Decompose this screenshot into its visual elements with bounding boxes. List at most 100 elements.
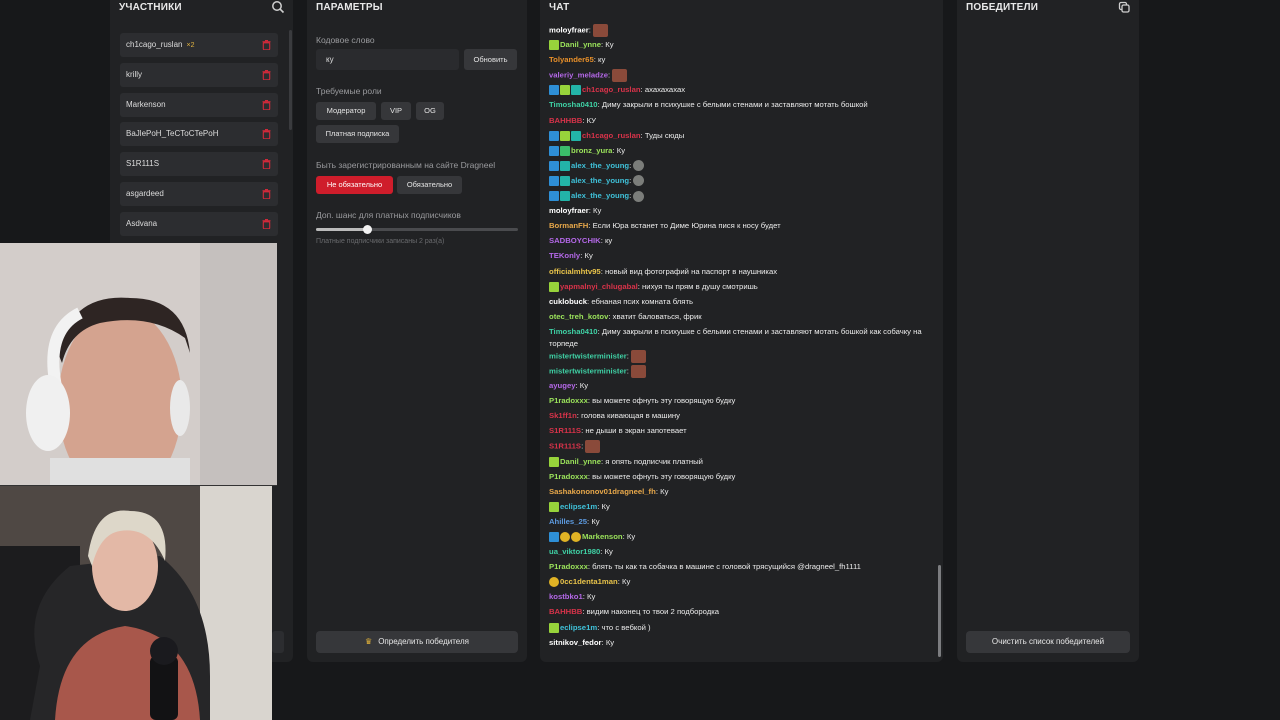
chat-username[interactable]: Timosha0410 (549, 100, 598, 109)
chat-username[interactable]: Timosha0410 (549, 327, 598, 336)
winners-title: ПОБЕДИТЕЛИ (966, 2, 1039, 13)
chat-username[interactable]: otec_treh_kotov (549, 312, 608, 321)
participant-row[interactable]: krilly (120, 62, 278, 87)
update-button[interactable]: Обновить (464, 49, 517, 70)
chat-text: Если Юра встанет то Диме Юрина пися к но… (592, 221, 781, 231)
role-moderator-button[interactable]: Модератор (316, 102, 376, 120)
chat-message: eclipse1m: что с вебкой ) (549, 622, 934, 637)
chat-username[interactable]: Tolyander65 (549, 55, 594, 64)
chat-message: sitnikov_fedor: Ку (549, 637, 934, 652)
chat-username[interactable]: ua_viktor1980 (549, 547, 600, 556)
chat-message: valeriy_meladze: (549, 69, 934, 84)
trash-icon[interactable] (262, 218, 271, 229)
chat-username[interactable]: 0cc1denta1man (560, 577, 618, 586)
chat-username[interactable]: bronz_yura (571, 146, 612, 155)
chat-message: SADBOYCHIK: ку (549, 235, 934, 250)
participants-footer-button[interactable] (272, 631, 284, 653)
chat-username[interactable]: Sk1ff1n (549, 411, 577, 420)
chat-username[interactable]: yapmalnyi_chlugabal (560, 282, 638, 291)
chat-username[interactable]: S1R111S (549, 426, 581, 435)
chance-slider[interactable] (316, 225, 518, 234)
parameters-panel: ПАРАМЕТРЫ Кодовое слово ку Обновить Треб… (307, 0, 527, 662)
participants-scrollbar[interactable] (289, 30, 292, 130)
chat-text: вы можете офнуть эту говорящую будку (592, 396, 736, 406)
chat-text: ебнаная псих комната блять (591, 296, 693, 306)
determine-winner-label: Определить победителя (378, 637, 469, 646)
chat-username[interactable]: ch1cago_ruslan (582, 85, 641, 94)
participant-row[interactable]: S1R111S (120, 152, 278, 177)
copy-icon[interactable] (1117, 0, 1131, 14)
chat-username[interactable]: S1R111S (549, 442, 581, 451)
participants-title: УЧАСТНИКИ (119, 2, 182, 13)
chat-username[interactable]: kostbko1 (549, 592, 583, 601)
chat-username[interactable]: Danil_ynne (560, 457, 601, 466)
clear-winners-button[interactable]: Очистить список победителей (966, 631, 1130, 653)
chat-message: moloyfraer: (549, 24, 934, 39)
chat-username[interactable]: TEKonly (549, 251, 580, 260)
trash-icon[interactable] (262, 159, 271, 170)
chat-username[interactable]: eclipse1m (560, 623, 597, 632)
participant-row[interactable]: ch1cago_ruslan ×2 (120, 33, 278, 57)
chat-text: Ку (587, 592, 596, 602)
chat-text: Диму закрыли в психушке с белыми стенами… (549, 326, 922, 348)
chat-username[interactable]: cuklobuck (549, 297, 587, 306)
chat-username[interactable]: mistertwisterminister (549, 351, 627, 360)
trash-icon[interactable] (262, 40, 271, 50)
participant-row[interactable]: asgardeed (120, 181, 278, 206)
chat-username[interactable]: valeriy_meladze (549, 71, 608, 80)
yellow-badge-icon (560, 531, 570, 542)
chat-username[interactable]: ch1cago_ruslan (582, 131, 641, 140)
chat-username[interactable]: P1radoxxx (549, 472, 588, 481)
chat-username[interactable]: Markenson (582, 532, 623, 541)
chat-message: Sk1ff1n: голова кивающая в машину (549, 410, 934, 425)
participant-name: Asdvana (126, 218, 158, 228)
chat-scrollbar[interactable] (938, 565, 941, 657)
chat-username[interactable]: moloyfraer (549, 206, 589, 215)
chat-username[interactable]: alex_the_young (571, 191, 629, 200)
chat-username[interactable]: Danil_ynne (560, 40, 601, 49)
trash-icon[interactable] (262, 188, 271, 199)
chat-username[interactable]: ayugey (549, 381, 576, 390)
chat-text: ку (604, 236, 613, 246)
chat-username[interactable]: SADBOYCHIK (549, 236, 601, 245)
trash-icon[interactable] (262, 69, 271, 80)
chat-username[interactable]: sitnikov_fedor (549, 638, 602, 647)
search-icon[interactable] (271, 0, 285, 14)
chat-username[interactable]: officialmhtv95 (549, 267, 601, 276)
chat-username[interactable]: alex_the_young (571, 161, 629, 170)
chat-username[interactable]: P1radoxxx (549, 562, 588, 571)
trash-icon[interactable] (262, 99, 271, 110)
chat-username[interactable]: moloyfraer (549, 26, 589, 35)
codeword-input[interactable]: ку (316, 49, 459, 70)
trash-icon[interactable] (262, 129, 271, 140)
chat-username[interactable]: eclipse1m (560, 502, 597, 511)
participant-row[interactable]: Asdvana (120, 211, 278, 236)
chat-message: mistertwisterminister: (549, 364, 934, 380)
chat-username[interactable]: P1radoxxx (549, 396, 588, 405)
chat-text: я опять подписчик платный (605, 456, 703, 466)
participant-row[interactable]: Markenson (120, 92, 278, 117)
chat-username[interactable]: BAHHBB (549, 607, 582, 616)
participant-row[interactable]: BaJlePoH_TeCToCTePoH (120, 122, 278, 147)
role-og-button[interactable]: OG (416, 102, 444, 120)
chat-username[interactable]: alex_the_young (571, 176, 629, 185)
parameters-title: ПАРАМЕТРЫ (316, 2, 383, 13)
participant-name: BaJlePoH_TeCToCTePoH (126, 129, 219, 139)
role-vip-button[interactable]: VIP (381, 102, 411, 120)
winners-panel: ПОБЕДИТЕЛИ Очистить список победителей (957, 0, 1139, 662)
lime-badge-icon (549, 40, 559, 51)
chat-username[interactable]: Ahilles_25 (549, 517, 587, 526)
chat-username[interactable]: Sashakononov01dragneel_fh (549, 487, 656, 496)
chance-slider-handle[interactable] (362, 225, 372, 234)
chat-message: ayugey: Ку (549, 380, 934, 395)
chat-username[interactable]: BormanFH (549, 221, 588, 230)
chat-username[interactable]: BAHHBB (549, 116, 582, 125)
participant-name: ch1cago_ruslan (126, 40, 183, 49)
chat-username[interactable]: mistertwisterminister (549, 367, 627, 376)
chance-note: Платные подписчики записаны 2 раз(а) (316, 238, 445, 245)
chat-message: S1R111S: (549, 440, 934, 455)
not-required-button[interactable]: Не обязательно (316, 176, 393, 194)
role-paid-sub-button[interactable]: Платная подписка (316, 125, 399, 143)
determine-winner-button[interactable]: ♛ Определить победителя (316, 631, 518, 653)
required-button[interactable]: Обязательно (397, 176, 462, 194)
